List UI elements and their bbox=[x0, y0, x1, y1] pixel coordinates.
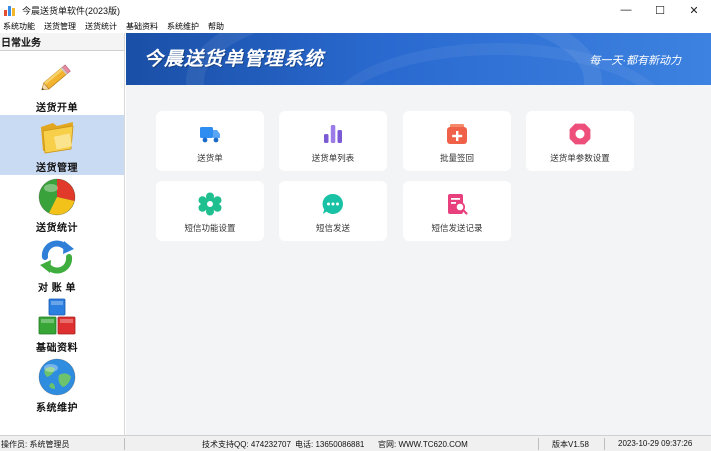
sidebar-item-system-maintenance[interactable]: 系统维护 bbox=[0, 355, 124, 415]
status-website: 官网: WWW.TC620.COM bbox=[378, 440, 468, 449]
sidebar-item-label: 送货开单 bbox=[36, 103, 78, 114]
sidebar-item-create-delivery[interactable]: 送货开单 bbox=[0, 55, 124, 115]
gear-ring-icon bbox=[569, 123, 591, 145]
status-divider bbox=[124, 438, 125, 450]
card-label: 送货单 bbox=[197, 153, 223, 163]
refresh-arrows-icon bbox=[40, 240, 74, 274]
menu-bar: 系统功能 送货管理 送货统计 基础资料 系统维护 帮助 bbox=[0, 20, 711, 33]
card-label: 送货单列表 bbox=[311, 153, 355, 163]
menu-delivery-management[interactable]: 送货管理 bbox=[41, 21, 79, 32]
add-box-icon bbox=[447, 124, 467, 144]
card-batch-signback[interactable]: 批量签回 bbox=[403, 111, 511, 171]
status-divider bbox=[604, 438, 605, 450]
banner-title: 今晨送货单管理系统 bbox=[144, 49, 325, 70]
close-button[interactable]: ✕ bbox=[677, 0, 711, 20]
banner: 今晨送货单管理系统 每一天·都有新动力 bbox=[126, 33, 711, 85]
window-title: 今晨送货单软件(2023版) bbox=[22, 5, 121, 16]
status-operator: 操作员: 系统管理员 bbox=[1, 440, 70, 449]
card-label: 送货单参数设置 bbox=[550, 153, 610, 163]
sidebar-item-label: 系统维护 bbox=[36, 403, 78, 414]
card-label: 批量签回 bbox=[439, 153, 474, 163]
flower-gear-icon bbox=[198, 192, 222, 216]
sidebar: 日常业务 送货开单 送货管理 送货统计 对 账 单 基础资料 系统维护 bbox=[0, 33, 125, 435]
menu-basic-data[interactable]: 基础资料 bbox=[123, 21, 161, 32]
menu-system-maintenance[interactable]: 系统维护 bbox=[164, 21, 202, 32]
card-label: 短信发送记录 bbox=[431, 223, 483, 233]
sidebar-item-label: 对 账 单 bbox=[37, 283, 77, 294]
card-sms-records[interactable]: 短信发送记录 bbox=[403, 181, 511, 241]
status-support-qq: 技术支持QQ: 474232707 bbox=[202, 440, 291, 449]
globe-icon bbox=[38, 358, 76, 396]
card-sms-settings[interactable]: 短信功能设置 bbox=[156, 181, 264, 241]
status-phone: 电话: 13650086881 bbox=[295, 440, 365, 449]
sidebar-item-delivery-statistics[interactable]: 送货统计 bbox=[0, 175, 124, 235]
card-label: 短信功能设置 bbox=[184, 223, 236, 233]
minimize-button[interactable]: — bbox=[609, 0, 643, 20]
card-delivery-params[interactable]: 送货单参数设置 bbox=[526, 111, 634, 171]
card-label: 短信发送 bbox=[315, 223, 350, 233]
menu-help[interactable]: 帮助 bbox=[205, 21, 227, 32]
banner-slogan: 每一天·都有新动力 bbox=[589, 55, 681, 67]
blocks-icon bbox=[38, 298, 76, 335]
main-panel: 今晨送货单管理系统 每一天·都有新动力 送货单 送货单列表 批量签回 送货单参数… bbox=[126, 33, 711, 435]
chat-bubble-icon bbox=[322, 193, 343, 214]
sidebar-item-basic-data[interactable]: 基础资料 bbox=[0, 295, 124, 355]
bar-chart-icon bbox=[324, 125, 342, 143]
status-datetime: 2023-10-29 09:37:26 bbox=[618, 439, 693, 448]
status-bar: 操作员: 系统管理员 技术支持QQ: 474232707 电话: 1365008… bbox=[0, 435, 711, 451]
pencil-icon bbox=[41, 64, 71, 91]
menu-delivery-statistics[interactable]: 送货统计 bbox=[82, 21, 120, 32]
menu-system-functions[interactable]: 系统功能 bbox=[0, 21, 38, 32]
sidebar-item-label: 送货管理 bbox=[36, 163, 78, 174]
folder-icon bbox=[41, 122, 74, 154]
document-search-icon bbox=[448, 194, 468, 215]
maximize-button[interactable]: ☐ bbox=[643, 0, 677, 20]
card-delivery-note[interactable]: 送货单 bbox=[156, 111, 264, 171]
sidebar-header: 日常业务 bbox=[0, 33, 124, 51]
pie-chart-icon bbox=[38, 178, 76, 216]
card-delivery-list[interactable]: 送货单列表 bbox=[279, 111, 387, 171]
sidebar-item-delivery-management[interactable]: 送货管理 bbox=[0, 115, 124, 175]
status-divider bbox=[538, 438, 539, 450]
truck-icon bbox=[200, 127, 220, 143]
title-bar: 今晨送货单软件(2023版) — ☐ ✕ bbox=[0, 0, 711, 20]
card-sms-send[interactable]: 短信发送 bbox=[279, 181, 387, 241]
window-controls: — ☐ ✕ bbox=[609, 0, 711, 20]
sidebar-item-statement[interactable]: 对 账 单 bbox=[0, 235, 124, 295]
sidebar-item-label: 送货统计 bbox=[36, 223, 78, 234]
status-version: 版本V1.58 bbox=[552, 440, 589, 449]
app-logo-icon bbox=[4, 4, 16, 16]
sidebar-item-label: 基础资料 bbox=[36, 343, 78, 354]
